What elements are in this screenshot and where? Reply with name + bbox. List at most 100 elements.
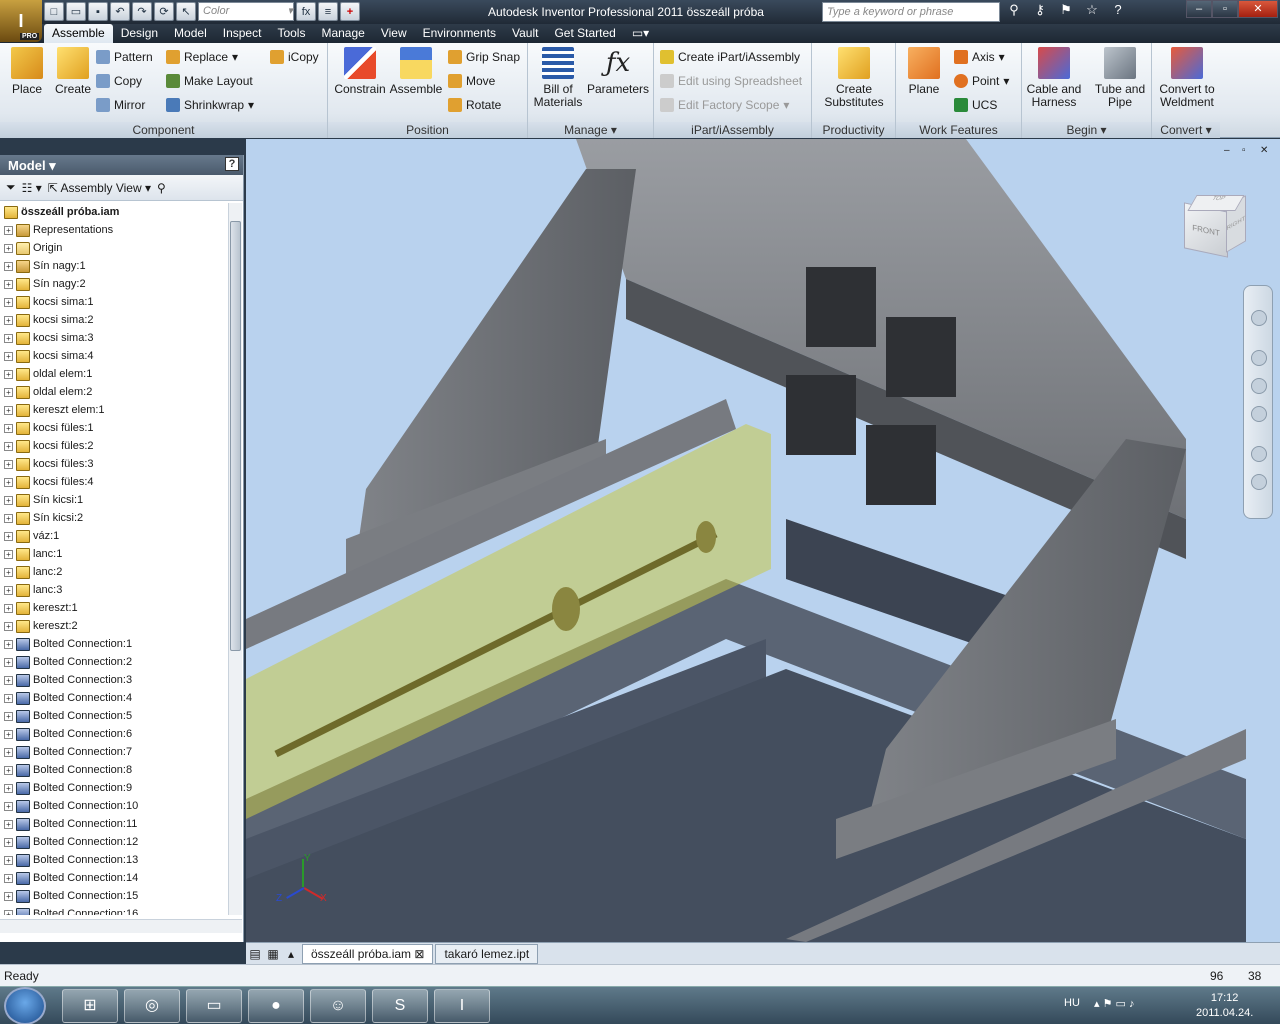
carriage-2[interactable] [886,317,956,397]
mirror-button[interactable]: Mirror [96,96,145,114]
undo-icon[interactable]: ↶ [110,2,130,21]
place-button[interactable]: Place [6,47,48,96]
line-weight-icon[interactable]: ≡ [318,2,338,21]
taskbar-app-2[interactable]: ◎ [124,989,180,1023]
tab-inspect[interactable]: Inspect [215,24,270,43]
tab-assemble[interactable]: Assemble [44,24,113,43]
expand-plus-icon[interactable]: + [4,243,13,253]
tree-item[interactable]: + kocsi füles:4 [4,473,226,491]
tab-get-started[interactable]: Get Started [546,24,623,43]
binoculars-icon[interactable]: ⚲ [1004,2,1024,21]
expand-plus-icon[interactable]: + [4,873,13,883]
move-button[interactable]: Move [448,72,495,90]
graphics-viewport[interactable]: – ▫ ✕ FRONT RIGHT TOP Y X Z [246,139,1280,942]
taskbar-messenger-icon[interactable]: ☺ [310,989,366,1023]
browser-header[interactable]: Model ▾? [0,155,243,175]
tree-item[interactable]: + kocsi sima:3 [4,329,226,347]
orbit-icon[interactable] [1251,406,1267,422]
update-icon[interactable]: ⟳ [154,2,174,21]
tree-item[interactable]: + lanc:1 [4,545,226,563]
carriage-3[interactable] [786,375,856,455]
tree-item[interactable]: + Sín nagy:1 [4,257,226,275]
restore-icon[interactable]: ▫ [1212,0,1238,18]
tree-item[interactable]: + oldal elem:1 [4,365,226,383]
select-icon[interactable]: ↖ [176,2,196,21]
expand-plus-icon[interactable]: + [4,441,13,451]
expand-plus-icon[interactable]: + [4,279,13,289]
tab-model[interactable]: Model [166,24,215,43]
shrinkwrap-button[interactable]: Shrinkwrap ▾ [166,96,254,114]
system-clock[interactable]: 17:12 2011.04.24. [1196,991,1253,1021]
find-binoculars-icon[interactable]: ⚲ [157,181,166,195]
tree-item[interactable]: + kereszt:1 [4,599,226,617]
begin-panel-label[interactable]: Begin ▾ [1022,122,1151,138]
create-button[interactable]: Create [52,47,94,96]
expand-plus-icon[interactable]: + [4,423,13,433]
expand-plus-icon[interactable]: + [4,369,13,379]
expand-plus-icon[interactable]: + [4,351,13,361]
pan-hand-icon[interactable] [1251,350,1267,366]
tree-item[interactable]: + Bolted Connection:16 [4,905,226,915]
tree-item[interactable]: + Sín nagy:2 [4,275,226,293]
tube-pipe-button[interactable]: Tube and Pipe [1090,47,1150,109]
cascade-windows-icon[interactable]: ▦ [264,947,282,961]
browser-horizontal-scrollbar[interactable] [0,919,242,933]
expand-plus-icon[interactable]: + [4,765,13,775]
convert-panel-label[interactable]: Convert ▾ [1152,122,1220,138]
assembly-view-dropdown[interactable]: ⇱ Assembly View ▾ [48,181,151,195]
edit-spreadsheet-button[interactable]: Edit using Spreadsheet [660,72,802,90]
tab-tools[interactable]: Tools [269,24,313,43]
expand-plus-icon[interactable]: + [4,819,13,829]
tree-item[interactable]: + Sín kicsi:1 [4,491,226,509]
doc-tab-active[interactable]: összeáll próba.iam ⊠ [302,943,434,964]
expand-up-icon[interactable]: ▴ [282,947,300,961]
tree-item[interactable]: + Representations [4,221,226,239]
tab-manage[interactable]: Manage [313,24,372,43]
cable-harness-button[interactable]: Cable and Harness [1024,47,1084,109]
save-icon[interactable]: ▪ [88,2,108,21]
expand-plus-icon[interactable]: + [4,225,13,235]
tree-item[interactable]: + lanc:3 [4,581,226,599]
icopy-button[interactable]: iCopy [270,48,319,66]
tree-root[interactable]: összeáll próba.iam [4,203,226,221]
tree-item[interactable]: + Bolted Connection:1 [4,635,226,653]
tab-vault[interactable]: Vault [504,24,546,43]
bill-of-materials-button[interactable]: Bill of Materials [532,47,584,109]
tree-item[interactable]: + oldal elem:2 [4,383,226,401]
tree-item[interactable]: + Bolted Connection:12 [4,833,226,851]
zoom-icon[interactable] [1251,378,1267,394]
steering-wheel-icon[interactable] [1251,310,1267,326]
constrain-button[interactable]: Constrain [332,47,388,96]
tree-item[interactable]: + kocsi füles:3 [4,455,226,473]
favorites-star-icon[interactable]: ☆ [1082,2,1102,21]
add-plus-icon[interactable]: + [340,2,360,21]
fx-icon[interactable]: fx [296,2,316,21]
expand-plus-icon[interactable]: + [4,315,13,325]
expand-plus-icon[interactable]: + [4,531,13,541]
expand-plus-icon[interactable]: + [4,891,13,901]
tab-environments[interactable]: Environments [415,24,504,43]
tree-item[interactable]: + kereszt elem:1 [4,401,226,419]
axis-button[interactable]: Axis ▾ [954,48,1005,66]
screw-bearing[interactable] [696,521,716,553]
tree-item[interactable]: + kocsi füles:1 [4,419,226,437]
tree-item[interactable]: + Bolted Connection:11 [4,815,226,833]
tree-item[interactable]: + kocsi füles:2 [4,437,226,455]
edit-factory-scope-button[interactable]: Edit Factory Scope ▾ [660,96,789,114]
expand-plus-icon[interactable]: + [4,585,13,595]
expand-plus-icon[interactable]: + [4,855,13,865]
tree-item[interactable]: + kocsi sima:1 [4,293,226,311]
view-cube-top-face[interactable]: TOP [1187,195,1245,211]
restore-icon[interactable]: ▫ [1242,145,1256,157]
tree-item[interactable]: + Bolted Connection:6 [4,725,226,743]
replace-button[interactable]: Replace ▾ [166,48,238,66]
tray-icons[interactable]: ▴ ⚑ ▭ ♪ [1094,997,1134,1010]
expand-plus-icon[interactable]: + [4,459,13,469]
expand-plus-icon[interactable]: + [4,405,13,415]
ribbon-display-toggle-icon[interactable]: ▭▾ [624,24,657,43]
tree-item[interactable]: + lanc:2 [4,563,226,581]
new-icon[interactable]: □ [44,2,64,21]
tree-item[interactable]: + Bolted Connection:14 [4,869,226,887]
carriage-1[interactable] [806,267,876,347]
redo-icon[interactable]: ↷ [132,2,152,21]
